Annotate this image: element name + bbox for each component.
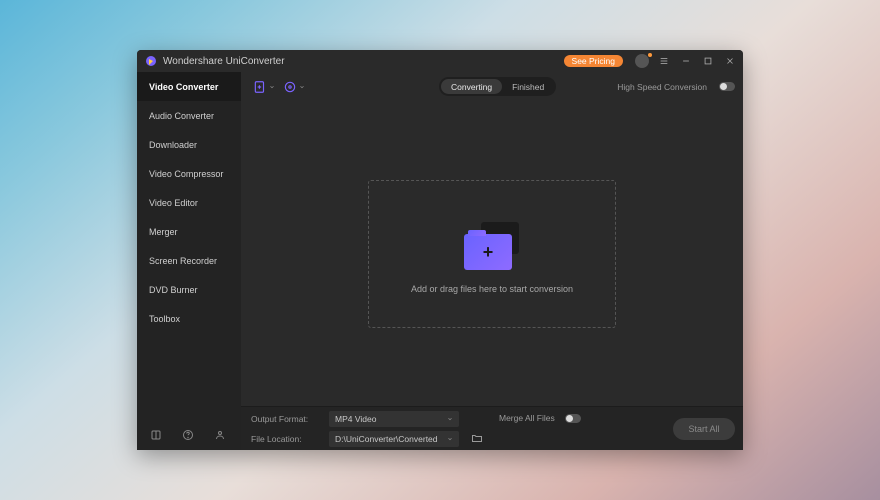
- sidebar-item-video-converter[interactable]: Video Converter: [137, 72, 241, 101]
- minimize-icon[interactable]: [679, 54, 693, 68]
- footer: Output Format: MP4 Video File Location: …: [241, 406, 743, 450]
- close-icon[interactable]: [723, 54, 737, 68]
- account-icon[interactable]: [214, 428, 228, 442]
- sidebar-item-label: Video Editor: [149, 198, 198, 208]
- sidebar-item-label: Toolbox: [149, 314, 180, 324]
- load-dvd-button[interactable]: [279, 77, 301, 97]
- maximize-icon[interactable]: [701, 54, 715, 68]
- chevron-down-icon: [447, 434, 453, 444]
- add-files-dropzone[interactable]: + Add or drag files here to start conver…: [368, 180, 616, 328]
- app-window: Wondershare UniConverter See Pricing Vid…: [137, 50, 743, 450]
- sidebar-item-merger[interactable]: Merger: [137, 217, 241, 246]
- app-title: Wondershare UniConverter: [163, 56, 285, 67]
- sidebar-item-label: Downloader: [149, 140, 197, 150]
- sidebar-item-label: Screen Recorder: [149, 256, 217, 266]
- sidebar-item-video-compressor[interactable]: Video Compressor: [137, 159, 241, 188]
- sidebar-item-audio-converter[interactable]: Audio Converter: [137, 101, 241, 130]
- high-speed-toggle[interactable]: [719, 82, 735, 91]
- output-format-value: MP4 Video: [335, 414, 376, 424]
- drop-hint: Add or drag files here to start conversi…: [411, 284, 573, 294]
- output-format-select[interactable]: MP4 Video: [329, 411, 459, 427]
- high-speed-label: High Speed Conversion: [617, 82, 707, 92]
- tab-finished[interactable]: Finished: [502, 79, 554, 94]
- file-location-value: D:\UniConverter\Converted: [335, 434, 438, 444]
- plus-icon: +: [483, 243, 494, 261]
- open-folder-button[interactable]: [471, 431, 485, 445]
- help-icon[interactable]: [182, 428, 196, 442]
- chevron-down-icon: [299, 77, 305, 95]
- chevron-down-icon: [447, 414, 453, 424]
- sidebar: Video Converter Audio Converter Download…: [137, 72, 241, 450]
- menu-icon[interactable]: [657, 54, 671, 68]
- merge-label: Merge All Files: [499, 413, 555, 423]
- sidebar-item-label: Merger: [149, 227, 178, 237]
- sidebar-footer: [137, 420, 241, 450]
- sidebar-item-label: Video Compressor: [149, 169, 223, 179]
- toolbar: Converting Finished High Speed Conversio…: [241, 72, 743, 102]
- sidebar-item-screen-recorder[interactable]: Screen Recorder: [137, 246, 241, 275]
- chevron-down-icon: [269, 77, 275, 95]
- status-tabs: Converting Finished: [439, 77, 556, 96]
- sidebar-item-label: Video Converter: [149, 82, 218, 92]
- add-file-button[interactable]: [249, 77, 271, 97]
- file-location-select[interactable]: D:\UniConverter\Converted: [329, 431, 459, 447]
- titlebar: Wondershare UniConverter See Pricing: [137, 50, 743, 72]
- merge-toggle[interactable]: [565, 414, 581, 423]
- tab-converting[interactable]: Converting: [441, 79, 502, 94]
- sidebar-item-dvd-burner[interactable]: DVD Burner: [137, 275, 241, 304]
- main-panel: Converting Finished High Speed Conversio…: [241, 72, 743, 450]
- start-all-label: Start All: [688, 424, 719, 434]
- file-location-label: File Location:: [251, 434, 323, 444]
- app-logo-icon: [145, 55, 157, 67]
- folder-add-icon: +: [462, 222, 522, 270]
- sidebar-item-video-editor[interactable]: Video Editor: [137, 188, 241, 217]
- start-all-button[interactable]: Start All: [673, 418, 735, 440]
- user-avatar-icon[interactable]: [635, 54, 649, 68]
- sidebar-item-toolbox[interactable]: Toolbox: [137, 304, 241, 333]
- drop-area: + Add or drag files here to start conver…: [241, 102, 743, 406]
- sidebar-item-label: Audio Converter: [149, 111, 214, 121]
- sidebar-item-downloader[interactable]: Downloader: [137, 130, 241, 159]
- output-format-label: Output Format:: [251, 414, 323, 424]
- see-pricing-button[interactable]: See Pricing: [564, 55, 623, 67]
- sidebar-item-label: DVD Burner: [149, 285, 198, 295]
- guide-icon[interactable]: [150, 428, 164, 442]
